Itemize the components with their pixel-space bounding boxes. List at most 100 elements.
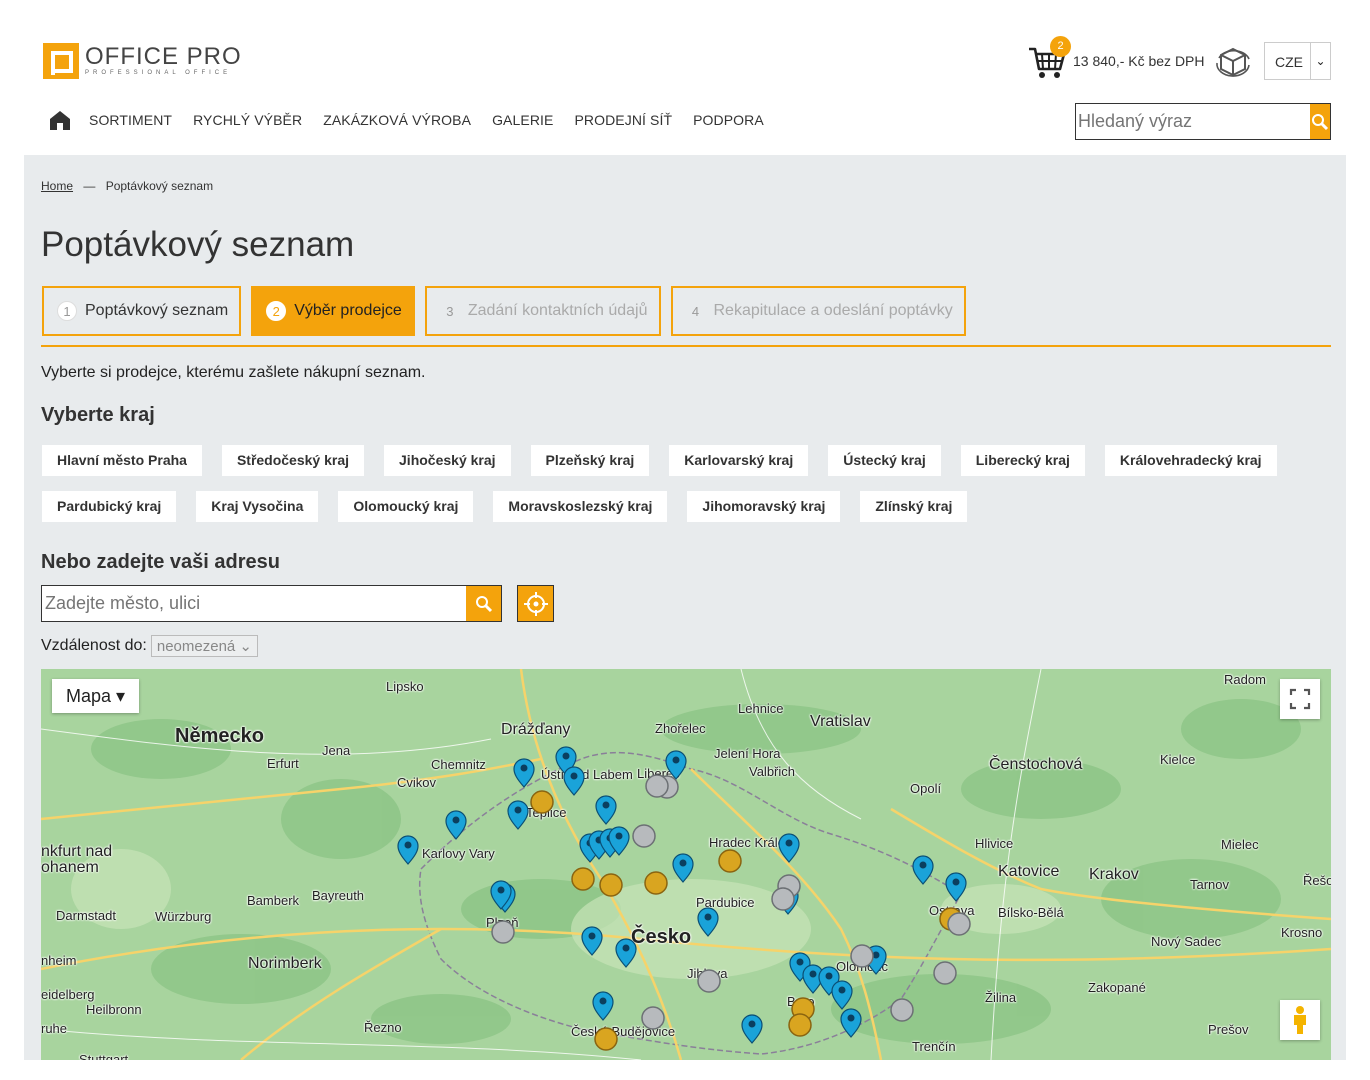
silver-dealer-icon[interactable] — [632, 824, 656, 848]
pin-dot-icon — [672, 756, 680, 764]
header-search — [1075, 103, 1331, 140]
pin-dot-icon — [919, 861, 927, 869]
step-2[interactable]: 2 Výběr prodejce — [251, 286, 415, 336]
address-search-button[interactable] — [466, 586, 501, 621]
step-1-number: 1 — [57, 301, 77, 321]
step-1[interactable]: 1 Poptávkový seznam — [42, 286, 242, 336]
silver-dealer-icon[interactable] — [890, 998, 914, 1022]
dealer-pin-icon[interactable] — [507, 800, 529, 830]
dealer-pin-icon[interactable] — [778, 833, 800, 863]
dealer-pin-icon[interactable] — [912, 855, 934, 885]
dealer-pin-icon[interactable] — [445, 810, 467, 840]
gold-dealer-icon[interactable] — [644, 871, 668, 895]
nav-item-rychly-vyber[interactable]: RYCHLÝ VÝBĚR — [193, 112, 302, 128]
pin-dot-icon — [785, 839, 793, 847]
dealer-pin-icon[interactable] — [741, 1014, 763, 1044]
dealer-pin-icon[interactable] — [615, 938, 637, 968]
step-3: 3 Zadání kontaktních údajů — [424, 286, 661, 336]
street-view-button[interactable] — [1280, 1000, 1320, 1040]
gold-dealer-icon[interactable] — [571, 867, 595, 891]
nav-item-podpora[interactable]: PODPORA — [693, 112, 764, 128]
pin-dot-icon — [704, 913, 712, 921]
region-button[interactable]: Karlovarský kraj — [669, 445, 809, 476]
wizard-steps: 1 Poptávkový seznam 2 Výběr prodejce 3 Z… — [42, 286, 976, 336]
logo[interactable]: OFFICE PRO PROFESSIONAL OFFICE — [43, 43, 242, 79]
dealer-pin-icon[interactable] — [513, 758, 535, 788]
logo-mark-icon — [43, 43, 79, 79]
dealer-pin-icon[interactable] — [665, 750, 687, 780]
dealer-pin-icon[interactable] — [397, 835, 419, 865]
region-button[interactable]: Ústecký kraj — [828, 445, 941, 476]
pin-dot-icon — [838, 986, 846, 994]
page-title: Poptávkový seznam — [41, 225, 355, 264]
region-button[interactable]: Hlavní město Praha — [42, 445, 202, 476]
silver-dealer-icon[interactable] — [645, 774, 669, 798]
region-button[interactable]: Liberecký kraj — [960, 445, 1085, 476]
pin-dot-icon — [796, 958, 804, 966]
region-button[interactable]: Kraj Vysočina — [196, 491, 319, 522]
region-button[interactable]: Středočeský kraj — [221, 445, 365, 476]
3d-view-icon[interactable] — [1214, 43, 1252, 81]
nav-item-sortiment[interactable]: SORTIMENT — [89, 112, 172, 128]
region-button[interactable]: Plzeňský kraj — [530, 445, 650, 476]
pin-dot-icon — [588, 932, 596, 940]
search-icon — [475, 595, 492, 612]
region-button[interactable]: Jihočeský kraj — [384, 445, 511, 476]
dealer-pin-icon[interactable] — [697, 907, 719, 937]
logo-main-text: OFFICE PRO — [85, 43, 242, 70]
distance-filter: Vzdálenost do: neomezená ⌄ — [41, 635, 259, 657]
region-button[interactable]: Jihomoravský kraj — [687, 491, 841, 522]
fullscreen-button[interactable] — [1280, 679, 1320, 719]
pin-dot-icon — [452, 816, 460, 824]
map-type-button[interactable]: Mapa ▾ — [52, 679, 140, 713]
region-button[interactable]: Královehradecký kraj — [1104, 445, 1277, 476]
gold-dealer-icon[interactable] — [594, 1027, 618, 1051]
dealer-pin-icon[interactable] — [672, 853, 694, 883]
dealer-pin-icon[interactable] — [831, 980, 853, 1010]
pin-dot-icon — [520, 764, 528, 772]
region-button[interactable]: Moravskoslezský kraj — [493, 491, 668, 522]
silver-dealer-icon[interactable] — [697, 969, 721, 993]
language-select[interactable]: CZE ⌄ — [1264, 42, 1331, 80]
silver-dealer-icon[interactable] — [641, 1006, 665, 1030]
dealer-pin-icon[interactable] — [592, 991, 614, 1021]
dealer-pin-icon[interactable] — [840, 1008, 862, 1038]
distance-select[interactable]: neomezená ⌄ — [150, 635, 259, 657]
region-button[interactable]: Zlínský kraj — [860, 491, 968, 522]
pin-dot-icon — [497, 886, 505, 894]
address-input[interactable] — [42, 586, 466, 621]
step-2-label: Výběr prodejce — [294, 302, 402, 319]
silver-dealer-icon[interactable] — [933, 961, 957, 985]
pin-dot-icon — [570, 772, 578, 780]
home-icon[interactable] — [48, 108, 72, 132]
locate-me-button[interactable] — [517, 585, 554, 622]
region-buttons: Hlavní město Praha Středočeský kraj Jihoče… — [42, 445, 1342, 537]
dealer-map[interactable]: Lipsko Německo Drážďany Lehnice Vratislav Rad… — [41, 669, 1331, 1060]
gold-dealer-icon[interactable] — [718, 849, 742, 873]
step-4-label: Rekapitulace a odeslání poptávky — [713, 302, 953, 319]
header-search-input[interactable] — [1076, 104, 1310, 139]
silver-dealer-icon[interactable] — [850, 944, 874, 968]
dealer-pin-icon[interactable] — [945, 872, 967, 902]
gold-dealer-icon[interactable] — [788, 1013, 812, 1037]
nav-item-prodejni-sit[interactable]: PRODEJNÍ SÍŤ — [574, 112, 672, 128]
pin-dot-icon — [825, 972, 833, 980]
cart-total[interactable]: 13 840,- Kč bez DPH — [1073, 53, 1205, 69]
nav-item-zakazkova-vyroba[interactable]: ZAKÁZKOVÁ VÝROBA — [323, 112, 471, 128]
nav-item-galerie[interactable]: GALERIE — [492, 112, 553, 128]
crosshair-icon — [523, 591, 548, 616]
gold-dealer-icon[interactable] — [530, 790, 554, 814]
region-button[interactable]: Olomoucký kraj — [338, 491, 474, 522]
header-search-button[interactable] — [1310, 104, 1330, 139]
silver-dealer-icon[interactable] — [491, 920, 515, 944]
pin-dot-icon — [615, 832, 623, 840]
dealer-pin-icon[interactable] — [563, 766, 585, 796]
chevron-down-icon: ⌄ — [1310, 43, 1330, 79]
gold-dealer-icon[interactable] — [599, 873, 623, 897]
region-button[interactable]: Pardubický kraj — [42, 491, 177, 522]
breadcrumb-home-link[interactable]: Home — [41, 179, 73, 193]
silver-dealer-icon[interactable] — [771, 887, 795, 911]
dealer-pin-icon[interactable] — [581, 926, 603, 956]
dealer-pin-icon[interactable] — [595, 795, 617, 825]
silver-dealer-icon[interactable] — [947, 912, 971, 936]
